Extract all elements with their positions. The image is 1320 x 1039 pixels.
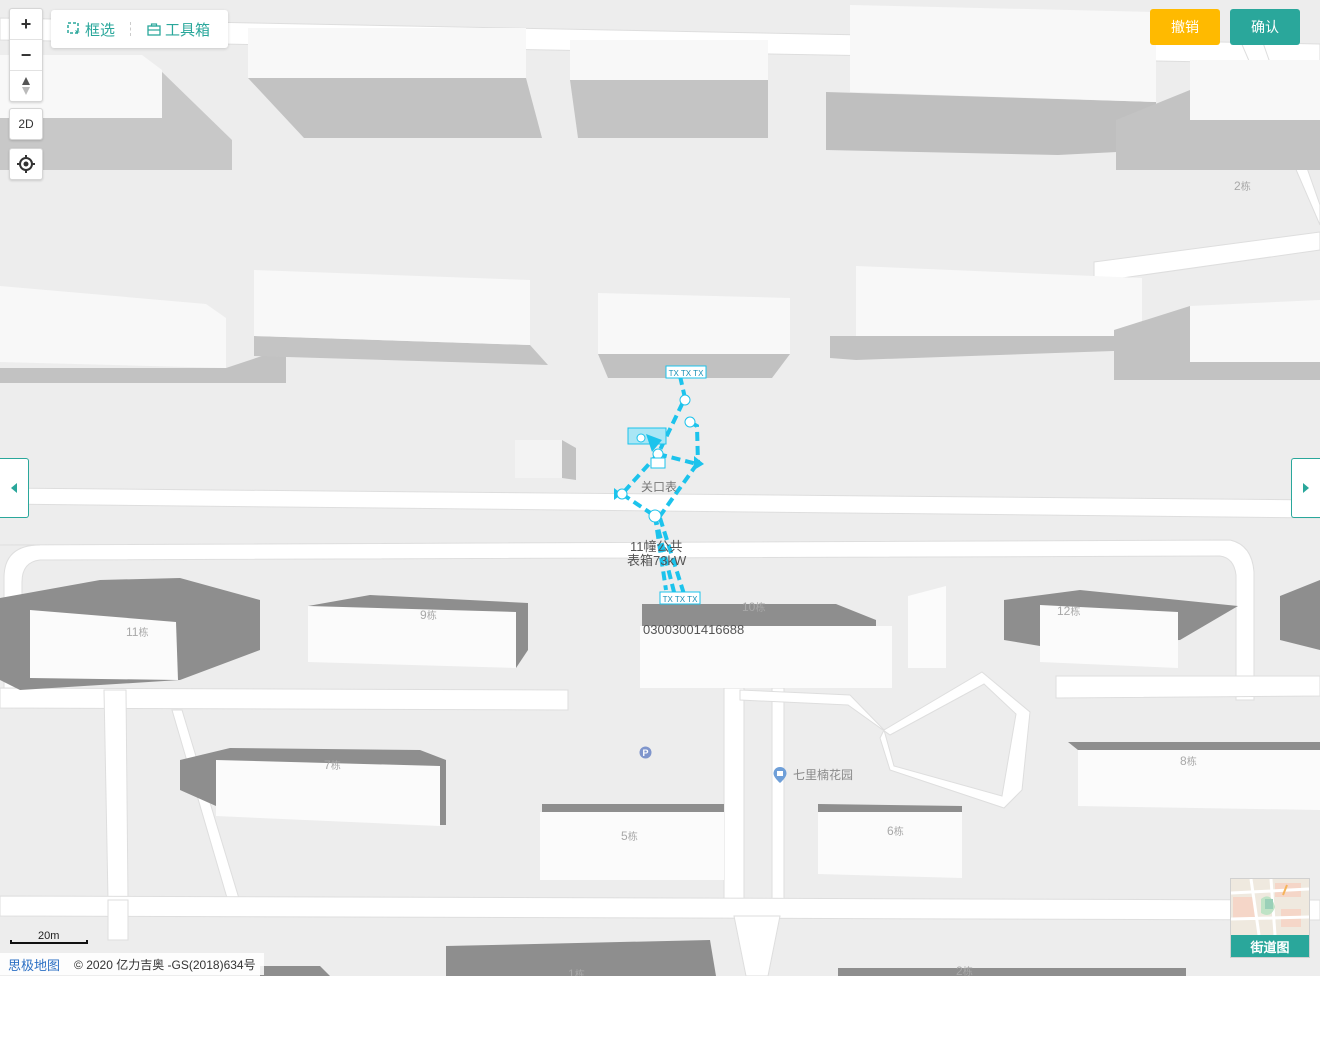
cancel-button[interactable]: 撤销: [1150, 9, 1220, 45]
poi-label: 七里楠花园: [793, 768, 854, 782]
toolbox-button[interactable]: 工具箱: [131, 19, 210, 40]
street-view-label: 街道图: [1231, 935, 1309, 957]
zoom-out-button[interactable]: −: [10, 39, 42, 70]
road: [1055, 675, 1320, 699]
svg-text:P: P: [642, 748, 648, 758]
building-label: 11栋: [126, 625, 149, 639]
attribution: 思极地图 © 2020 亿力吉奥 -GS(2018)634号: [0, 953, 264, 975]
road: [0, 687, 569, 711]
meter-box-label: 11幢公共: [630, 539, 683, 554]
box-select-label: 框选: [85, 21, 116, 39]
locate-icon: [17, 155, 35, 173]
box-select-button[interactable]: 框选: [51, 19, 115, 40]
map-canvas[interactable]: 2栋 11栋 9栋 10栋 12栋 7栋 8栋 5栋 6栋 1栋 2栋 P 七里…: [0, 0, 1320, 976]
toolbox-icon: [147, 22, 161, 36]
view-2d-label: 2D: [18, 117, 34, 131]
road: [723, 687, 745, 917]
box-select-icon: [67, 22, 80, 35]
junction-node: [684, 416, 696, 428]
poi-pin-icon[interactable]: [772, 766, 788, 784]
building-label: 9栋: [420, 608, 437, 622]
toolbox-label: 工具箱: [165, 21, 211, 39]
building-label: 8栋: [1180, 754, 1197, 768]
map-toolbar: 框选 工具箱: [51, 10, 228, 48]
map-brand-link[interactable]: 思极地图: [8, 955, 60, 974]
road: [771, 687, 785, 917]
building-label: 5栋: [621, 829, 638, 843]
meter-id: 03003001416688: [643, 622, 745, 637]
compass-icon: [22, 77, 30, 95]
chevron-right-icon: [1303, 483, 1309, 493]
junction-node: [616, 488, 628, 500]
street-view-button[interactable]: 街道图: [1230, 878, 1310, 958]
junction-node: [636, 433, 646, 443]
scale-line: [10, 940, 88, 944]
confirm-button[interactable]: 确认: [1230, 9, 1300, 45]
junction-node: [679, 394, 691, 406]
scale-bar: 20m: [10, 930, 88, 944]
tag-bottom-text: TX TX TX: [663, 595, 698, 604]
building-label: 2栋: [956, 964, 973, 976]
meter-node: [650, 457, 666, 469]
copyright-text: © 2020 亿力吉奥 -GS(2018)634号: [74, 957, 256, 972]
road: [733, 915, 781, 976]
compass-button[interactable]: [10, 70, 42, 101]
left-panel-toggle[interactable]: [0, 458, 29, 518]
junction-label: 关口表: [641, 480, 678, 494]
parking-icon[interactable]: P: [639, 746, 652, 759]
locate-button[interactable]: [9, 148, 43, 180]
zoom-control: + −: [9, 8, 43, 102]
road: [1093, 231, 1320, 283]
road: [107, 899, 129, 941]
road: [103, 689, 129, 901]
chevron-left-icon: [11, 483, 17, 493]
junction-node: [648, 509, 662, 523]
zoom-in-button[interactable]: +: [10, 9, 42, 39]
building-label: 10栋: [742, 600, 766, 614]
building-label: 7栋: [324, 758, 341, 772]
tag-top-text: TX TX TX: [669, 369, 704, 378]
road: [0, 895, 1320, 921]
meter-box-capacity: 表箱73kW: [627, 553, 687, 568]
building-label: 2栋: [1234, 179, 1251, 193]
building-label: 1栋: [568, 967, 585, 976]
right-panel-toggle[interactable]: [1291, 458, 1320, 518]
building-label: 12栋: [1057, 604, 1081, 618]
building-label: 6栋: [887, 824, 904, 838]
street-view-thumbnail: [1231, 879, 1309, 936]
locate-icon-wrap: [10, 149, 42, 179]
view-2d-button[interactable]: 2D: [9, 108, 43, 140]
